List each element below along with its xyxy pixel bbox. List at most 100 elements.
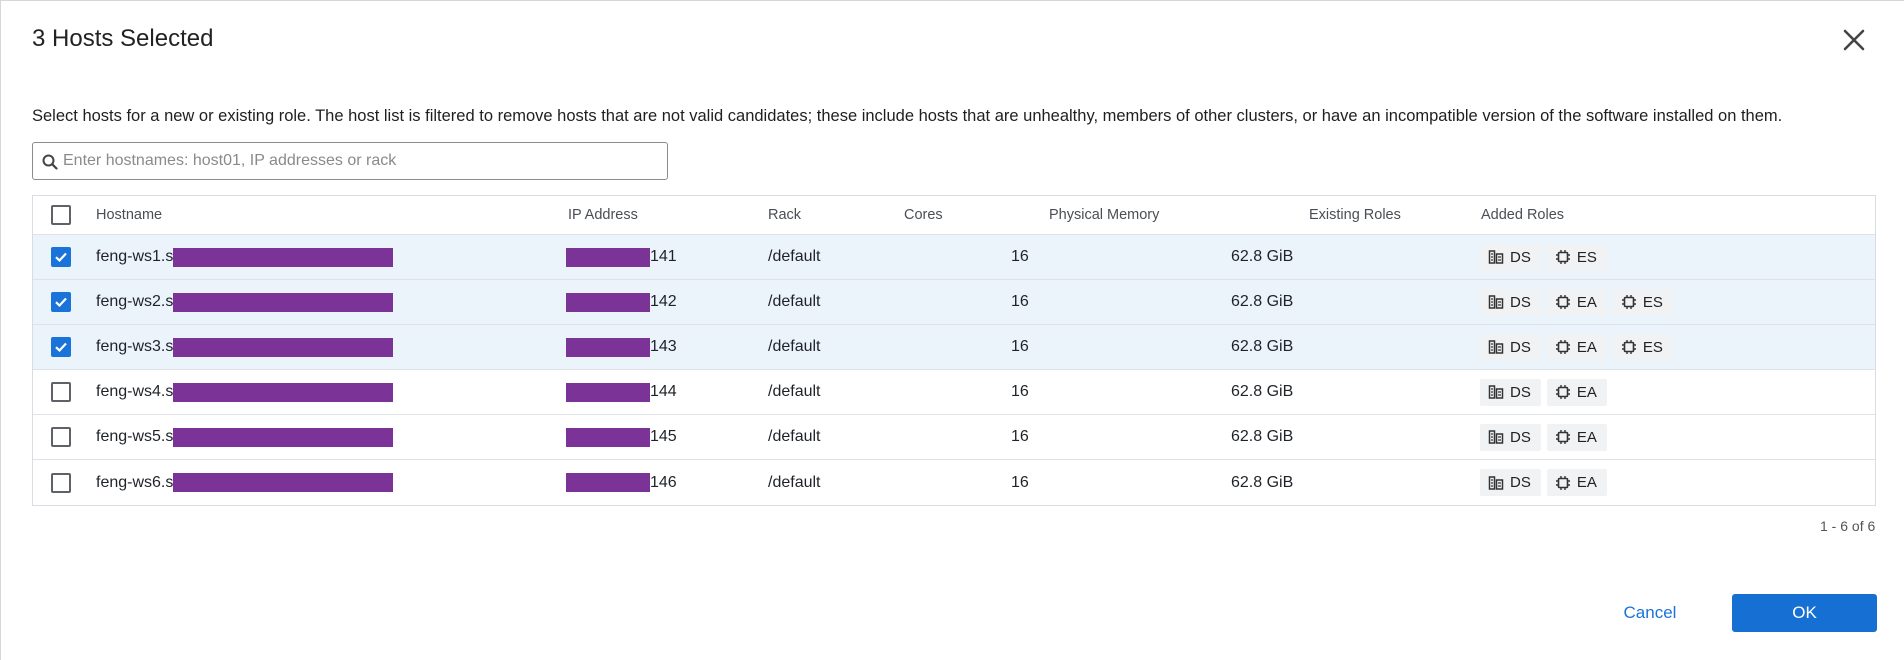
- close-icon[interactable]: [1839, 25, 1869, 55]
- checkmark-icon: [55, 252, 67, 263]
- role-badge[interactable]: EA: [1546, 333, 1607, 361]
- role-label: ES: [1576, 248, 1597, 266]
- role-badge[interactable]: ES: [1546, 243, 1607, 271]
- chip-icon: [1621, 340, 1636, 354]
- hostname: feng-ws4.s: [96, 383, 174, 400]
- hostname: feng-ws3.s: [96, 338, 174, 355]
- role-badge[interactable]: ES: [1612, 333, 1673, 361]
- data-server-icon: [1488, 250, 1504, 264]
- column-rack[interactable]: Rack: [768, 196, 801, 234]
- redacted-block: [566, 247, 650, 267]
- role-badge[interactable]: EA: [1546, 378, 1607, 406]
- role-label: EA: [1576, 293, 1597, 311]
- role-label: DS: [1510, 248, 1531, 266]
- chip-icon: [1555, 340, 1570, 354]
- redacted-block: [173, 473, 394, 492]
- rack: /default: [768, 293, 821, 310]
- redacted-block: [173, 427, 394, 447]
- role-label: DS: [1510, 428, 1531, 446]
- column-existing-roles[interactable]: Existing Roles: [1309, 196, 1401, 234]
- role-label: DS: [1510, 293, 1531, 311]
- role-badge[interactable]: EA: [1546, 469, 1607, 496]
- added-roles: DS ES: [1480, 235, 1613, 279]
- cores: 16: [1011, 473, 1029, 491]
- column-added-roles[interactable]: Added Roles: [1481, 196, 1564, 234]
- role-label: ES: [1642, 338, 1663, 356]
- role-label: EA: [1576, 474, 1597, 491]
- ok-button[interactable]: OK: [1732, 594, 1877, 632]
- rack: /default: [768, 248, 821, 265]
- added-roles: DS EA: [1480, 415, 1613, 459]
- data-server-icon: [1488, 385, 1504, 399]
- table-row[interactable]: feng-ws6.s 146/default 16 62.8 GiB DS EA: [33, 460, 1875, 505]
- table-row[interactable]: feng-ws3.s 143/default 16 62.8 GiB DS EA ES: [33, 325, 1875, 370]
- physical-memory: 62.8 GiB: [1231, 248, 1294, 265]
- added-roles: DS EA ES: [1480, 325, 1679, 369]
- role-label: DS: [1510, 474, 1531, 491]
- added-roles: DS EA ES: [1480, 280, 1679, 324]
- redacted-block: [173, 382, 394, 402]
- cancel-button[interactable]: Cancel: [1603, 594, 1697, 632]
- column-hostname[interactable]: Hostname: [96, 196, 162, 234]
- checkmark-icon: [55, 297, 67, 308]
- role-badge[interactable]: DS: [1480, 423, 1541, 451]
- table-header: Hostname IP Address Rack Cores Physical …: [33, 196, 1875, 235]
- role-label: EA: [1576, 428, 1597, 446]
- rack: /default: [768, 383, 821, 400]
- cores: 16: [1011, 383, 1029, 400]
- row-checkbox[interactable]: [51, 427, 71, 447]
- column-cores[interactable]: Cores: [904, 196, 943, 234]
- chip-icon: [1555, 250, 1570, 264]
- redacted-block: [173, 247, 394, 267]
- added-roles: DS EA: [1480, 370, 1613, 414]
- redacted-block: [173, 292, 394, 312]
- row-checkbox[interactable]: [51, 382, 71, 402]
- role-badge[interactable]: EA: [1546, 288, 1607, 316]
- cores: 16: [1011, 248, 1029, 265]
- column-ip[interactable]: IP Address: [568, 196, 638, 234]
- role-badge[interactable]: DS: [1480, 288, 1541, 316]
- redacted-block: [173, 337, 394, 357]
- redacted-block: [566, 382, 650, 402]
- role-badge[interactable]: ES: [1612, 288, 1673, 316]
- table-row[interactable]: feng-ws2.s 142/default 16 62.8 GiB DS EA ES: [33, 280, 1875, 325]
- column-memory[interactable]: Physical Memory: [1049, 196, 1159, 234]
- chip-icon: [1555, 475, 1570, 490]
- table-row[interactable]: feng-ws5.s 145/default 16 62.8 GiB DS EA: [33, 415, 1875, 460]
- role-label: DS: [1510, 383, 1531, 401]
- row-checkbox[interactable]: [51, 472, 71, 493]
- chip-icon: [1555, 295, 1570, 309]
- row-checkbox[interactable]: [51, 337, 71, 357]
- dialog-description: Select hosts for a new or existing role.…: [32, 107, 1783, 125]
- cores: 16: [1011, 338, 1029, 355]
- data-server-icon: [1488, 475, 1504, 490]
- search-input[interactable]: [61, 143, 661, 179]
- data-server-icon: [1488, 340, 1504, 354]
- redacted-block: [566, 337, 650, 357]
- ip-address: 143: [650, 338, 677, 355]
- physical-memory: 62.8 GiB: [1231, 293, 1294, 310]
- table-row[interactable]: feng-ws1.s 141/default 16 62.8 GiB DS ES: [33, 235, 1875, 280]
- role-label: EA: [1576, 383, 1597, 401]
- table-row[interactable]: feng-ws4.s 144/default 16 62.8 GiB DS EA: [33, 370, 1875, 415]
- role-badge[interactable]: DS: [1480, 469, 1541, 496]
- role-badge[interactable]: DS: [1480, 243, 1541, 271]
- ip-address: 141: [650, 248, 677, 265]
- rack: /default: [768, 338, 821, 355]
- row-checkbox[interactable]: [51, 247, 71, 267]
- cores: 16: [1011, 293, 1029, 310]
- role-label: DS: [1510, 338, 1531, 356]
- role-badge[interactable]: DS: [1480, 378, 1541, 406]
- chip-icon: [1621, 295, 1636, 309]
- role-badge[interactable]: DS: [1480, 333, 1541, 361]
- checkmark-icon: [55, 342, 67, 353]
- chip-icon: [1555, 385, 1570, 399]
- redacted-block: [566, 292, 650, 312]
- ip-address: 144: [650, 383, 677, 400]
- select-all-checkbox[interactable]: [51, 205, 71, 225]
- role-label: EA: [1576, 338, 1597, 356]
- role-badge[interactable]: EA: [1546, 423, 1607, 451]
- physical-memory: 62.8 GiB: [1231, 383, 1294, 400]
- row-checkbox[interactable]: [51, 292, 71, 312]
- hostname: feng-ws6.s: [96, 473, 174, 491]
